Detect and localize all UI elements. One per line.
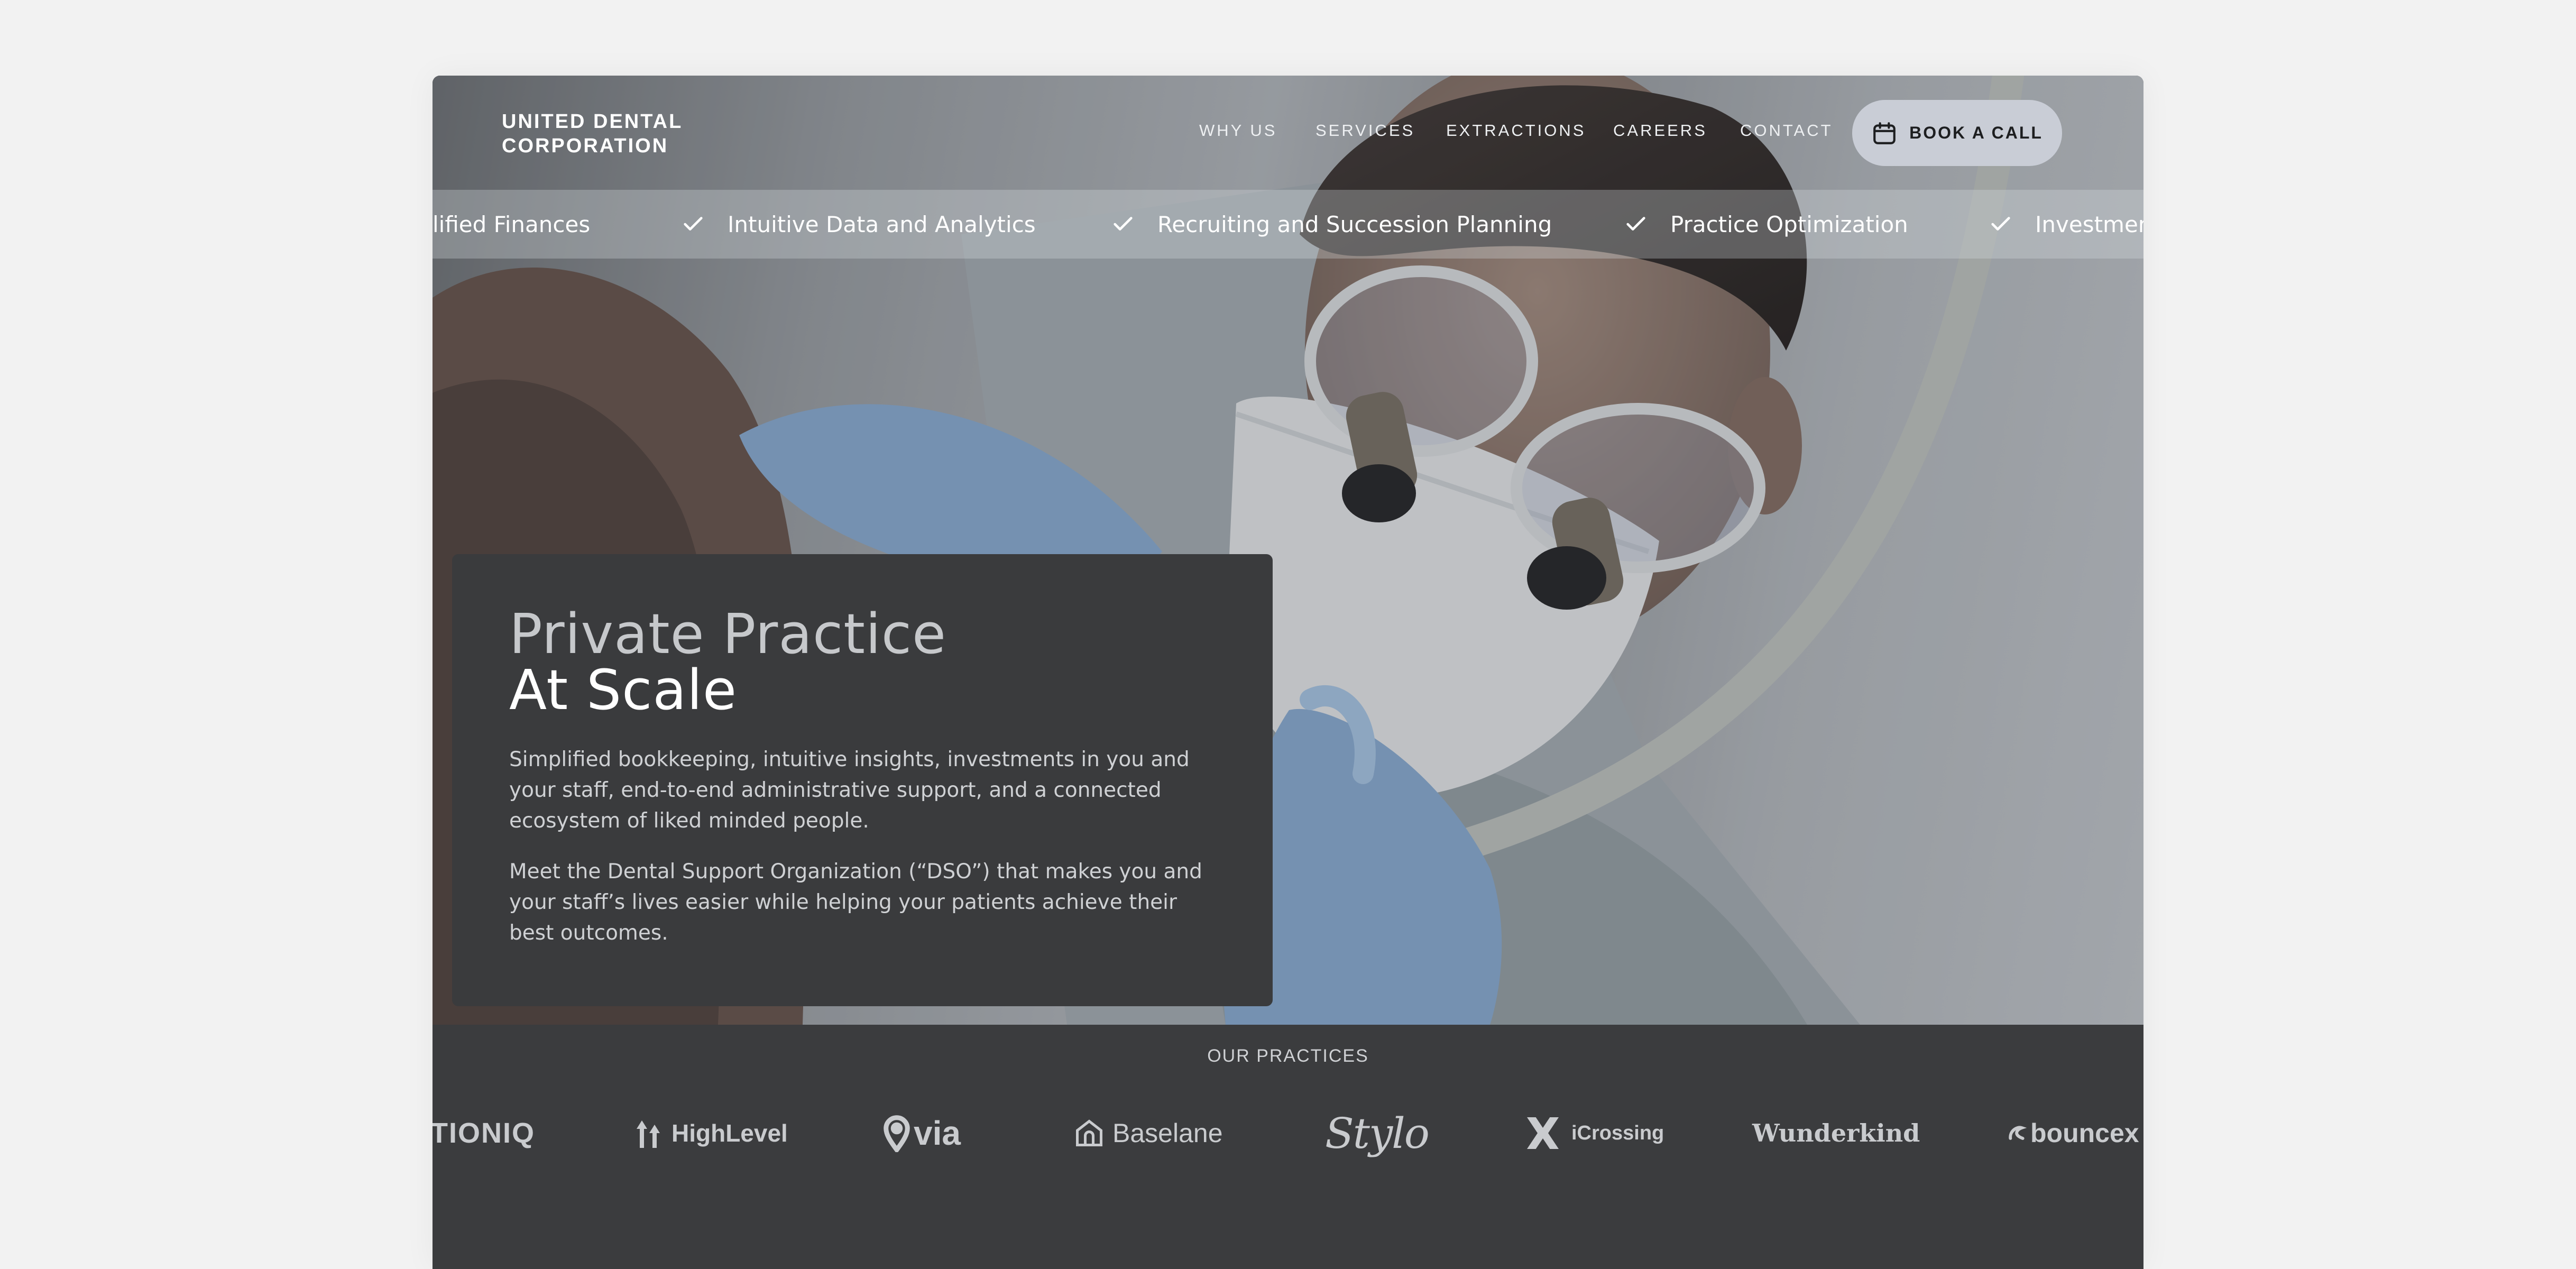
icrossing-logo-text: iCrossing [1571,1121,1664,1144]
book-a-call-button[interactable]: BOOK A CALL [1852,100,2062,166]
ticker-label: lified Finances [433,211,591,237]
practice-logo-baselane[interactable]: Baselane [1073,1070,1223,1197]
check-icon [1991,217,2010,231]
practices-logo-strip: TIONIQ HighLevel via Baselane Stylo iCro… [433,1070,2143,1197]
via-pin-logo-icon [884,1115,910,1152]
hero-card: Private Practice At Scale Simplified boo… [452,554,1273,1006]
practice-logo-via[interactable]: via [882,1070,961,1197]
brand-line-2: CORPORATION [502,135,669,157]
stylo-logo-text: Stylo [1325,1108,1430,1158]
ticker-label: Practice Optimization [1670,211,1908,237]
wunderkind-logo-text: Wunderkind [1752,1119,1920,1147]
check-icon [1114,217,1133,231]
hero-title-line-2: At Scale [509,658,737,722]
via-logo-text: via [914,1114,961,1152]
site-frame: UNITED DENTAL CORPORATION WHY US SERVICE… [433,76,2143,1269]
hero-title: Private Practice At Scale [509,606,946,718]
ticker-item-data-analytics: Intuitive Data and Analytics [681,190,1036,259]
check-icon [1626,217,1645,231]
site-header: UNITED DENTAL CORPORATION WHY US SERVICE… [433,76,2143,190]
brand-line-1: UNITED DENTAL [502,111,683,133]
our-practices-heading: OUR PRACTICES [1207,1046,1369,1066]
practice-logo-icrossing[interactable]: iCrossing [1522,1070,1664,1197]
ticker-item-finances: lified Finances [433,190,590,259]
icrossing-x-logo-icon [1527,1117,1559,1149]
nav-careers[interactable]: CAREERS [1613,121,1707,140]
motioniq-logo-text: TIONIQ [433,1117,535,1149]
hero-title-line-1: Private Practice [509,602,947,666]
book-a-call-label: BOOK A CALL [1909,123,2043,142]
brand-logo[interactable]: UNITED DENTAL CORPORATION [502,109,683,158]
practice-logo-highlevel[interactable]: HighLevel [634,1070,788,1197]
bouncex-logo-icon [2009,1126,2027,1140]
hero-section: UNITED DENTAL CORPORATION WHY US SERVICE… [433,76,2143,1025]
highlevel-logo-text: HighLevel [671,1119,788,1147]
features-ticker: lified Finances Intuitive Data and Analy… [433,190,2143,259]
ticker-item-recruiting: Recruiting and Succession Planning [1111,190,1552,259]
baselane-house-logo-icon [1076,1119,1102,1146]
ticker-label: Investment [2035,211,2143,237]
practice-logo-motioniq[interactable]: TIONIQ [433,1070,535,1197]
hero-paragraph-2: Meet the Dental Support Organization (“D… [509,860,1202,945]
hero-paragraph-1: Simplified bookkeeping, intuitive insigh… [509,748,1190,833]
nav-contact[interactable]: CONTACT [1740,121,1833,140]
ticker-label: Intuitive Data and Analytics [728,211,1036,237]
ticker-item-investment: Investment [1989,190,2143,259]
practice-logo-wunderkind[interactable]: Wunderkind [1752,1070,1920,1197]
ticker-item-practice-optimization: Practice Optimization [1624,190,1908,259]
practice-logo-bouncex[interactable]: bouncex [2006,1070,2139,1197]
bouncex-logo-text: bouncex [2030,1118,2139,1148]
baselane-logo-text: Baselane [1112,1118,1223,1148]
nav-extractions[interactable]: EXTRACTIONS [1446,121,1586,140]
highlevel-logo-icon [637,1120,660,1148]
calendar-icon [1873,122,1896,144]
check-icon [684,217,703,231]
nav-services[interactable]: SERVICES [1315,121,1415,140]
nav-why-us[interactable]: WHY US [1199,121,1277,140]
practice-logo-stylo[interactable]: Stylo [1325,1070,1430,1197]
ticker-label: Recruiting and Succession Planning [1157,211,1552,237]
